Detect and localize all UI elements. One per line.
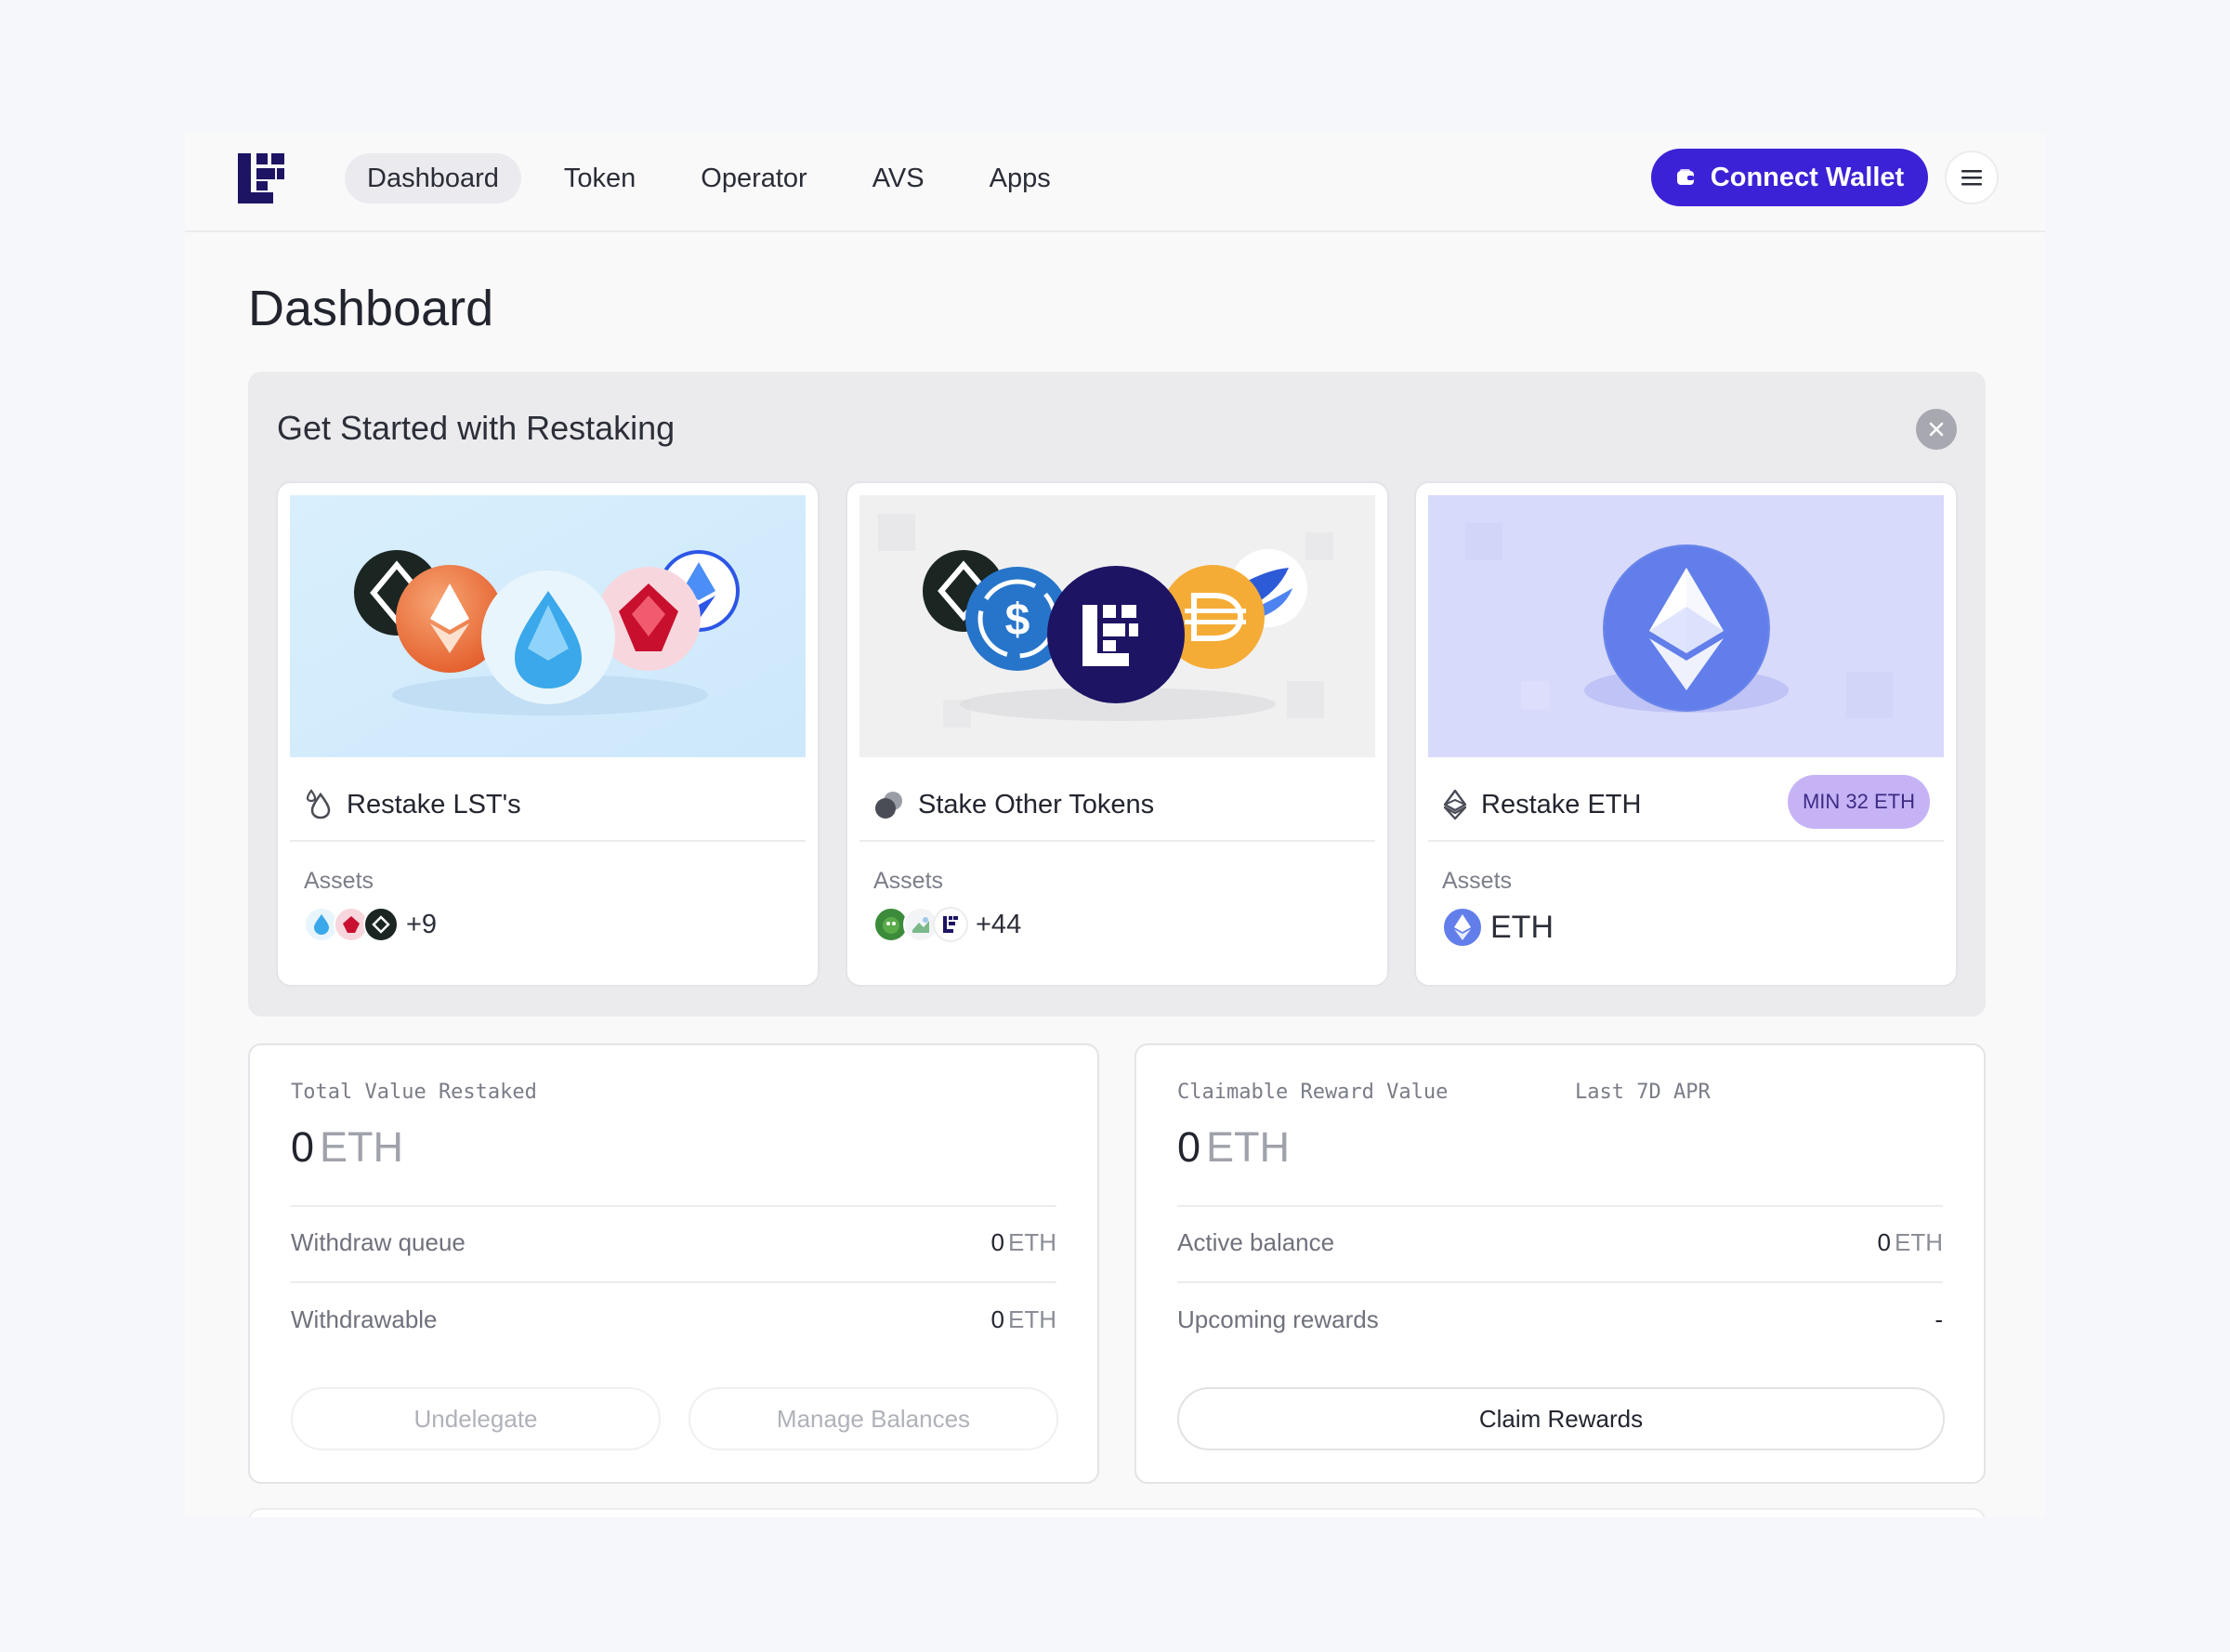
menu-button[interactable]	[1945, 151, 1999, 204]
claimable-reward-label: Claimable Reward Value	[1177, 1081, 1449, 1104]
restake-eth-card[interactable]: Restake ETH MIN 32 ETH Assets ETH	[1414, 481, 1958, 987]
eth-asset-name: ETH	[1490, 909, 1554, 945]
nav-dashboard[interactable]: Dashboard	[345, 153, 521, 203]
restake-lst-label: Restake LST's	[347, 789, 521, 819]
restake-eth-label: Restake ETH	[1481, 789, 1642, 819]
total-restaked-card: Total Value Restaked 0 ETH Withdraw queue…	[248, 1043, 1099, 1484]
manage-balances-button[interactable]: Manage Balances	[689, 1387, 1058, 1450]
withdraw-queue-unit: ETH	[1008, 1227, 1056, 1256]
withdraw-queue-value: 0 ETH	[991, 1228, 1056, 1257]
eth-illustration	[1428, 495, 1944, 757]
active-balance-label: Active balance	[1177, 1227, 1335, 1256]
stader-ethx-icon	[363, 907, 399, 942]
total-restaked-value: 0 ETH	[291, 1123, 403, 1172]
lst-assets-more-count: +9	[406, 909, 438, 939]
stake-other-tokens-card[interactable]: $ Stake Other Tokens Assets +44	[846, 481, 1389, 987]
ethereum-icon	[1443, 789, 1467, 820]
close-get-started-button[interactable]	[1916, 409, 1957, 450]
lst-tokens-illustration	[290, 495, 806, 757]
page-title: Dashboard	[248, 281, 494, 336]
app-window: Dashboard Token Operator AVS Apps Connec…	[185, 133, 2045, 1517]
active-balance-row: Active balance 0 ETH	[1177, 1224, 1943, 1261]
stat-divider	[291, 1281, 1056, 1283]
apr-label: Last 7D APR	[1575, 1081, 1711, 1104]
withdrawable-row: Withdrawable 0 ETH	[291, 1301, 1056, 1338]
connect-wallet-button[interactable]: Connect Wallet	[1651, 149, 1928, 206]
nav-token[interactable]: Token	[542, 153, 658, 203]
withdrawable-value: 0 ETH	[991, 1305, 1056, 1334]
get-started-panel: Get Started with Restaking Restake LST's…	[248, 372, 1986, 1016]
assets-label: Assets	[304, 868, 374, 894]
withdraw-queue-row: Withdraw queue 0 ETH	[291, 1224, 1056, 1261]
upcoming-rewards-label: Upcoming rewards	[1177, 1305, 1379, 1333]
drops-icon	[306, 789, 331, 819]
claimable-reward-value: 0 ETH	[1177, 1123, 1290, 1172]
other-tokens-illustration: $	[859, 495, 1375, 757]
card-divider	[1428, 840, 1944, 842]
assets-label: Assets	[873, 868, 944, 894]
card-divider	[859, 840, 1375, 842]
undelegate-button[interactable]: Undelegate	[291, 1387, 661, 1450]
stake-other-tokens-label: Stake Other Tokens	[918, 789, 1155, 819]
eth-token-icon	[1442, 907, 1483, 948]
nav-apps[interactable]: Apps	[967, 153, 1073, 203]
claimable-reward-amount: 0	[1177, 1123, 1201, 1171]
restake-lst-card[interactable]: Restake LST's Assets +9	[276, 481, 820, 987]
other-asset-list: +44	[873, 907, 1021, 942]
withdrawable-unit: ETH	[1008, 1305, 1056, 1333]
main-nav: Dashboard Token Operator AVS Apps	[345, 153, 1094, 203]
min-eth-badge: MIN 32 ETH	[1787, 775, 1930, 829]
eigen-token-icon	[933, 907, 968, 942]
withdraw-queue-label: Withdraw queue	[291, 1227, 466, 1256]
stat-divider	[1177, 1281, 1943, 1283]
nav-avs[interactable]: AVS	[850, 153, 947, 203]
withdrawable-label: Withdrawable	[291, 1305, 438, 1333]
stat-divider	[1177, 1205, 1943, 1207]
lst-asset-list: +9	[304, 907, 437, 942]
next-section-peek	[248, 1508, 1986, 1517]
nav-operator[interactable]: Operator	[678, 153, 829, 203]
claimable-rewards-card: Claimable Reward Value Last 7D APR 0 ETH …	[1135, 1043, 1986, 1484]
assets-label: Assets	[1442, 868, 1513, 894]
svg-text:$: $	[1005, 596, 1030, 645]
eth-asset-list: ETH	[1442, 907, 1554, 948]
total-restaked-amount: 0	[291, 1123, 315, 1171]
stat-divider	[291, 1205, 1056, 1207]
app-logo[interactable]	[236, 150, 288, 207]
withdraw-queue-amount: 0	[990, 1227, 1004, 1256]
other-assets-more-count: +44	[976, 909, 1022, 939]
top-nav-bar: Dashboard Token Operator AVS Apps Connec…	[185, 133, 2045, 232]
get-started-title: Get Started with Restaking	[277, 409, 676, 447]
total-restaked-label: Total Value Restaked	[291, 1081, 537, 1104]
claimable-reward-unit: ETH	[1206, 1123, 1291, 1171]
coins-icon	[875, 792, 902, 819]
claim-rewards-button[interactable]: Claim Rewards	[1177, 1387, 1945, 1450]
upcoming-rewards-value: -	[1935, 1305, 1943, 1333]
hamburger-icon	[1961, 170, 1982, 186]
upcoming-rewards-row: Upcoming rewards -	[1177, 1301, 1943, 1338]
total-restaked-unit: ETH	[320, 1123, 404, 1171]
withdrawable-amount: 0	[990, 1305, 1004, 1333]
card-divider	[290, 840, 806, 842]
close-icon	[1929, 422, 1944, 437]
active-balance-amount: 0	[1877, 1227, 1891, 1256]
active-balance-value: 0 ETH	[1878, 1228, 1943, 1257]
wallet-icon	[1676, 169, 1694, 185]
connect-wallet-label: Connect Wallet	[1710, 162, 1905, 192]
active-balance-unit: ETH	[1895, 1227, 1943, 1256]
